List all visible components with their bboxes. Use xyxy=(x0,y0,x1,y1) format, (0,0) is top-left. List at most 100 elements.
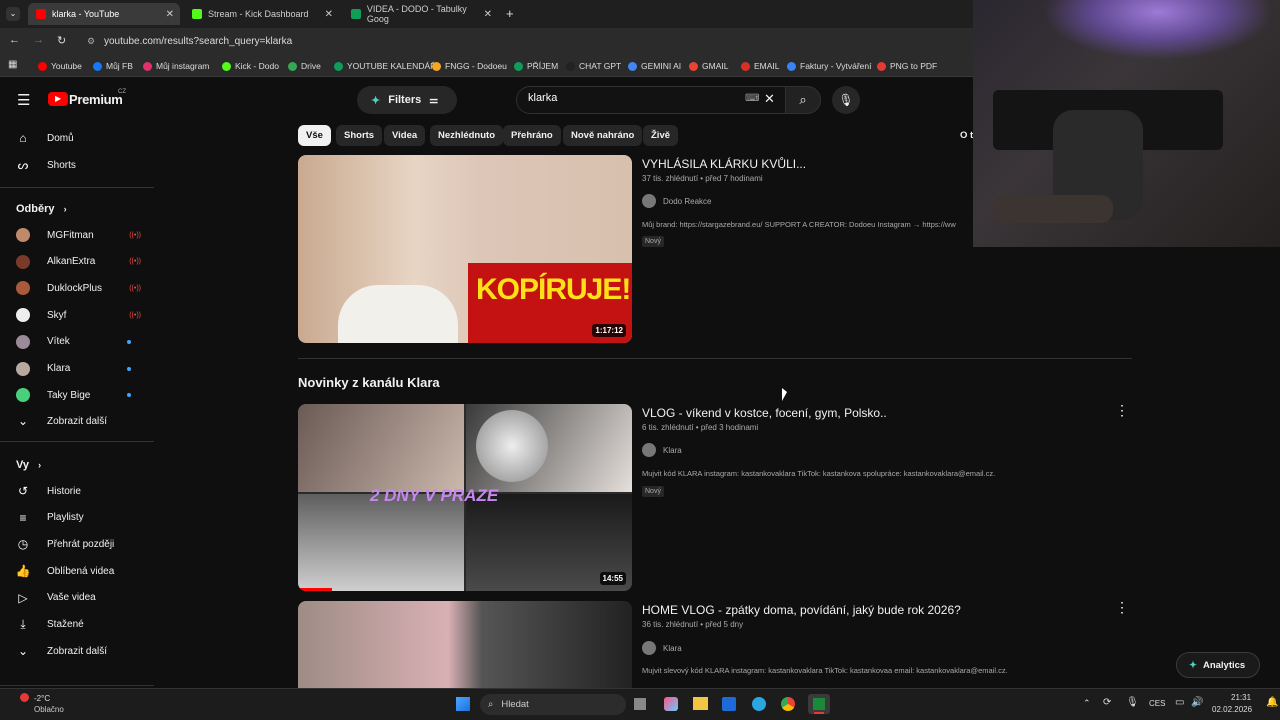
close-icon[interactable]: ✕ xyxy=(484,9,492,20)
search-input[interactable]: klarka xyxy=(528,92,557,104)
windows-start-icon[interactable] xyxy=(456,697,470,711)
chevron-up-icon[interactable]: ⌃ xyxy=(1083,698,1091,709)
channel-link[interactable]: Klara xyxy=(642,641,682,655)
bookmark-item[interactable]: Můj instagram xyxy=(143,59,209,73)
taskbar-search[interactable]: ⌕ Hledat xyxy=(480,694,626,715)
weather-desc[interactable]: Oblačno xyxy=(34,705,64,714)
sidebar-item-you-0[interactable]: ↺ Historie xyxy=(16,481,141,501)
video-title[interactable]: HOME VLOG - zpátky doma, povídání, jaký … xyxy=(642,603,961,617)
video-title[interactable]: VYHLÁSILA KLÁRKU KVŮLI... xyxy=(642,157,806,171)
edge-icon[interactable] xyxy=(752,697,766,711)
chip-3[interactable]: Nezhlédnuto xyxy=(430,125,503,146)
apps-icon[interactable]: ▦ xyxy=(8,59,17,70)
forward-icon[interactable]: → xyxy=(33,34,44,46)
thumb-shirt xyxy=(338,285,458,343)
back-icon[interactable]: ← xyxy=(9,34,20,46)
bookmark-item[interactable]: Drive xyxy=(288,59,321,73)
bookmark-item[interactable]: Youtube xyxy=(38,59,82,73)
chip-0[interactable]: Vše xyxy=(298,125,331,146)
bookmark-item[interactable]: GEMINI AI xyxy=(628,59,681,73)
you-heading[interactable]: Vy › xyxy=(16,459,41,471)
sidebar-item-skyf[interactable]: Skyf ((•)) xyxy=(16,305,141,325)
sidebar-item-you-1[interactable]: ≡ Playlisty xyxy=(16,508,141,528)
tab-kick[interactable]: Stream - Kick Dashboard ✕ xyxy=(184,3,339,25)
bookmark-item[interactable]: GMAIL xyxy=(689,59,728,73)
more-vert-icon[interactable]: ⋮ xyxy=(1115,402,1129,419)
filters-button[interactable]: ✦ Filters ⚌ xyxy=(357,86,457,114)
active-app-icon[interactable] xyxy=(808,694,830,714)
chip-6[interactable]: Živě xyxy=(643,125,679,146)
sidebar-item-you-2[interactable]: ◷ Přehrát později xyxy=(16,534,141,554)
site-info-icon[interactable]: ⚙ xyxy=(87,36,95,47)
task-view-icon[interactable] xyxy=(634,698,646,710)
keyboard-icon[interactable]: ⌨ xyxy=(745,93,759,104)
search-button[interactable]: ⌕ xyxy=(785,86,821,114)
sidebar-item-shorts[interactable]: ᔕ Shorts xyxy=(16,155,141,175)
mic-icon[interactable]: 🎙 xyxy=(832,86,860,114)
sidebar-item-you-5[interactable]: ⤓ Stažené xyxy=(16,615,141,635)
sidebar-item-label: Zobrazit další xyxy=(47,415,108,427)
close-icon[interactable]: ✕ xyxy=(325,9,333,20)
new-content-dot xyxy=(127,339,131,344)
channel-link[interactable]: Klara xyxy=(642,443,682,457)
sidebar-item-mgfitman[interactable]: MGFitman ((•)) xyxy=(16,225,141,245)
reload-icon[interactable]: ↻ xyxy=(57,34,66,47)
sidebar-item-show-more[interactable]: ⌄ Zobrazit další xyxy=(16,411,141,431)
sync-icon[interactable]: ⟳ xyxy=(1103,697,1111,708)
tab-list-icon[interactable]: ⌄ xyxy=(6,7,20,21)
url-field[interactable]: youtube.com/results?search_query=klarka xyxy=(80,32,980,52)
bookmark-label: Můj FB xyxy=(106,61,133,71)
video-thumbnail[interactable]: KOPÍRUJE! 1:17:12 xyxy=(298,155,632,343)
sidebar-item-you-3[interactable]: 👍 Oblíbená videa xyxy=(16,561,141,581)
bookmark-item[interactable]: CHAT GPT xyxy=(566,59,621,73)
more-vert-icon[interactable]: ⋮ xyxy=(1115,599,1129,616)
chip-4[interactable]: Přehráno xyxy=(503,125,561,146)
bookmark-item[interactable]: EMAIL xyxy=(741,59,780,73)
sidebar-item-you-6[interactable]: ⌄ Zobrazit další xyxy=(16,641,141,661)
copilot-icon[interactable] xyxy=(664,697,678,711)
bookmark-item[interactable]: PŘÍJEM xyxy=(514,59,558,73)
bookmark-item[interactable]: FNGG - Dodoeu xyxy=(432,59,507,73)
video-title[interactable]: VLOG - víkend v kostce, focení, gym, Pol… xyxy=(642,406,887,420)
network-icon[interactable]: ▭ xyxy=(1175,697,1184,708)
section-title[interactable]: Novinky z kanálu Klara xyxy=(298,375,440,390)
search-box[interactable] xyxy=(516,86,821,114)
bookmark-item[interactable]: YOUTUBE KALENDÁŘ xyxy=(334,59,436,73)
sidebar-item-vítek[interactable]: Vítek xyxy=(16,332,141,352)
chip-overflow[interactable]: O t xyxy=(960,130,973,141)
subscriptions-heading[interactable]: Odběry › xyxy=(16,203,67,215)
sidebar-item-you-4[interactable]: ▷ Vaše videa xyxy=(16,588,141,608)
video-thumbnail[interactable]: 2 DNY V PRAZE 14:55 xyxy=(298,404,632,591)
bookmark-item[interactable]: Faktury - Vytváření xyxy=(787,59,871,73)
sidebar-item-duklockplus[interactable]: DuklockPlus ((•)) xyxy=(16,278,141,298)
volume-icon[interactable]: 🔊 xyxy=(1191,697,1203,708)
sidebar-item-klara[interactable]: Klara xyxy=(16,359,141,379)
clear-icon[interactable]: ✕ xyxy=(764,91,775,107)
chip-2[interactable]: Videa xyxy=(384,125,426,146)
outlook-icon[interactable] xyxy=(722,697,736,711)
mic-taskbar-icon[interactable]: 🎙 xyxy=(1126,697,1139,708)
bookmark-item[interactable]: Můj FB xyxy=(93,59,133,73)
chrome-icon[interactable] xyxy=(781,697,795,711)
file-explorer-icon[interactable] xyxy=(693,697,708,710)
sidebar-item-taky bige[interactable]: Taky Bige xyxy=(16,385,141,405)
analytics-button[interactable]: ✦ Analytics xyxy=(1176,652,1260,678)
bell-icon[interactable]: 🔔 xyxy=(1266,697,1278,708)
chip-5[interactable]: Nově nahráno xyxy=(563,125,643,146)
close-icon[interactable]: ✕ xyxy=(166,9,174,20)
new-tab-icon[interactable]: + xyxy=(506,6,514,21)
clock-time[interactable]: 21:31 xyxy=(1231,693,1251,702)
clock-date[interactable]: 02.02.2026 xyxy=(1212,705,1252,714)
bookmark-item[interactable]: Kick - Dodo xyxy=(222,59,279,73)
language-indicator[interactable]: CES xyxy=(1149,699,1165,708)
weather-temp[interactable]: -2°C xyxy=(34,694,50,703)
chip-1[interactable]: Shorts xyxy=(336,125,383,146)
tab-sheets[interactable]: VIDEA - DODO - Tabulky Goog ✕ xyxy=(343,3,498,25)
sidebar-item-home[interactable]: ⌂ Domů xyxy=(16,128,141,148)
sidebar-item-alkanextra[interactable]: AlkanExtra ((•)) xyxy=(16,252,141,272)
bookmark-item[interactable]: PNG to PDF xyxy=(877,59,937,73)
bookmark-label: FNGG - Dodoeu xyxy=(445,61,507,71)
channel-link[interactable]: Dodo Reakce xyxy=(642,194,711,208)
video-thumbnail[interactable] xyxy=(298,601,632,688)
tab-youtube[interactable]: klarka - YouTube ✕ xyxy=(28,3,180,25)
